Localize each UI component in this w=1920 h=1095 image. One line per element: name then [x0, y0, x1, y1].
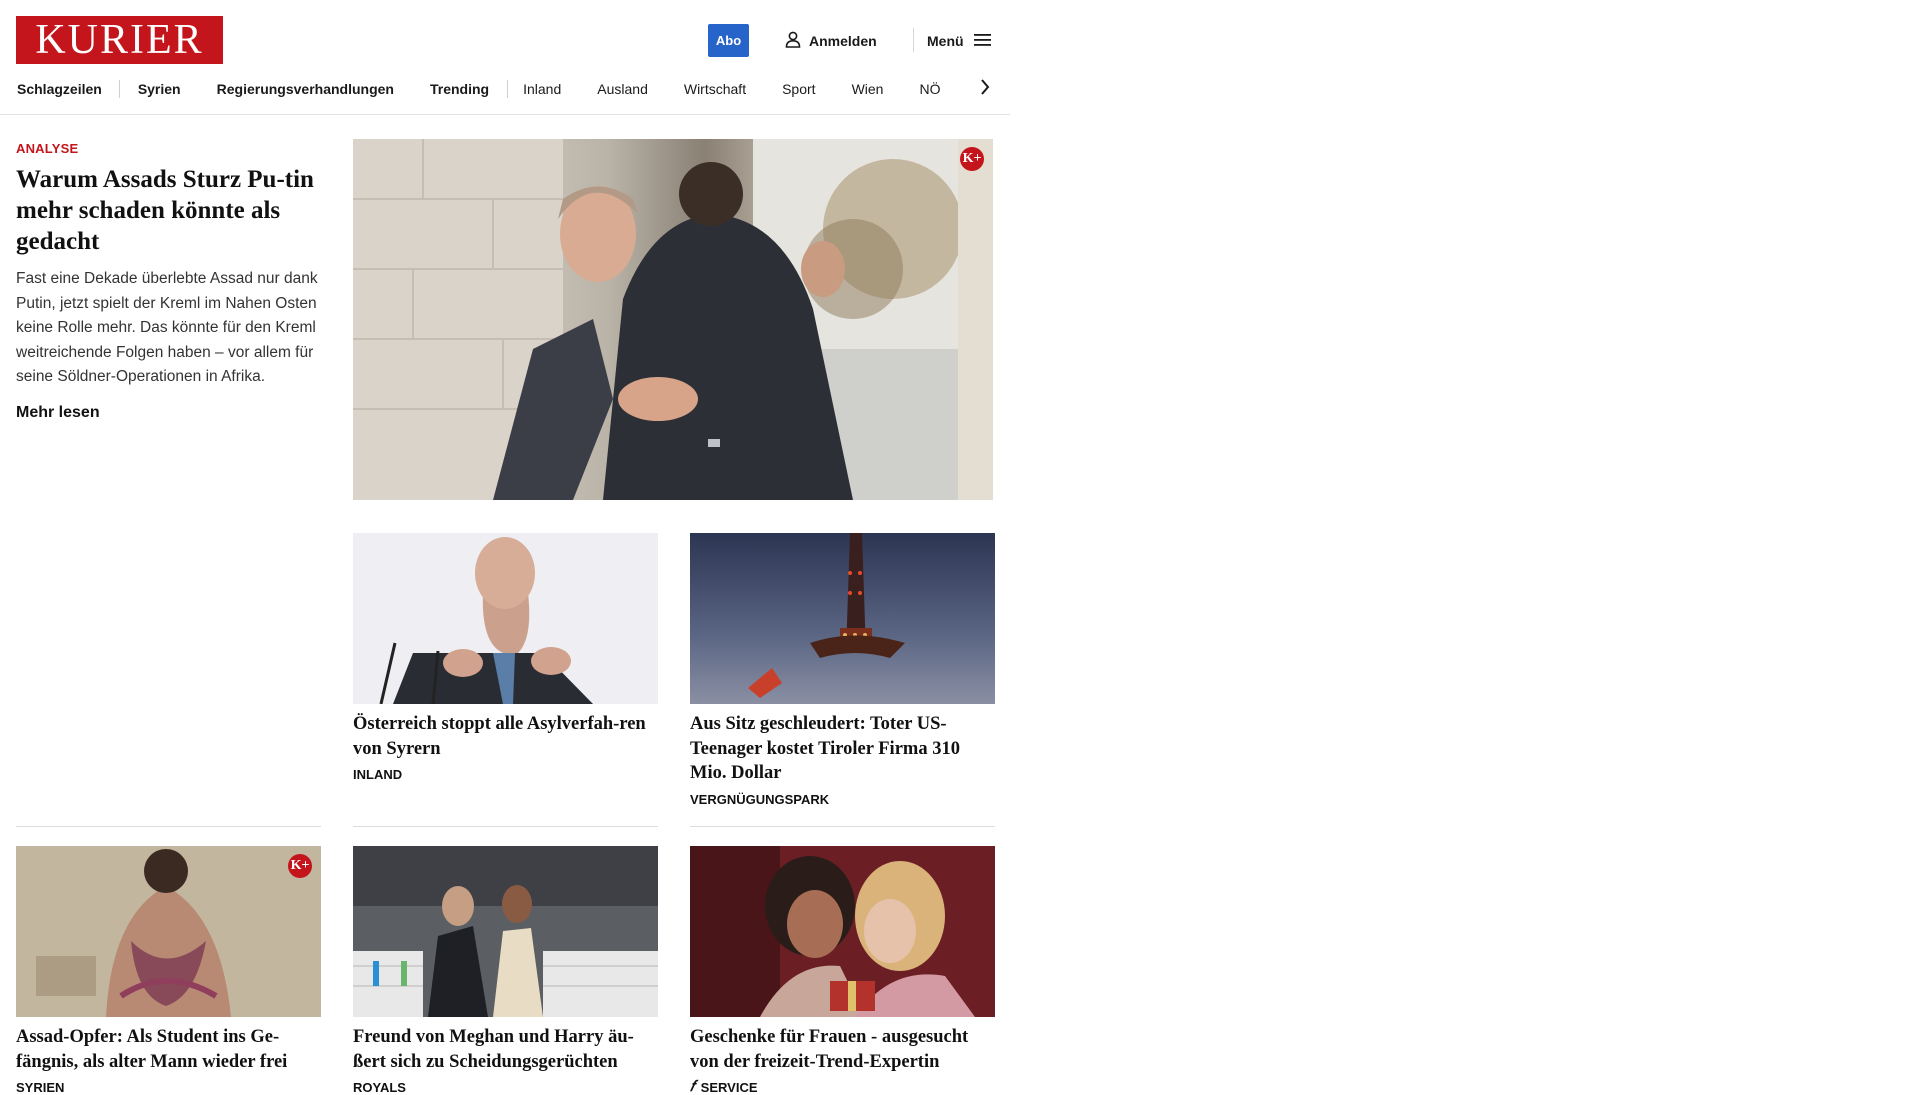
article-kicker: SYRIEN [16, 1080, 65, 1095]
nav-item-sport[interactable]: Sport [764, 81, 833, 97]
user-icon [785, 31, 801, 51]
article-card[interactable]: Freund von Meghan und Harry äu-ßert sich… [353, 846, 658, 1095]
nav-item-noe[interactable]: NÖ [901, 81, 958, 97]
gift-women-photo [690, 846, 995, 1017]
article-kicker: 𝑓 SERVICE [690, 1079, 758, 1095]
menu-button[interactable]: Menü [927, 29, 991, 53]
nav-item-inland[interactable]: Inland [508, 81, 579, 97]
kurier-plus-badge: K+ [960, 147, 984, 171]
hamburger-icon [973, 33, 991, 50]
lead-story: ANALYSE Warum Assads Sturz Pu-tin mehr s… [16, 141, 321, 422]
site-header: KURIER Abo Anmelden Menü Schlagzeilen Sy… [0, 0, 1010, 115]
article-title: Geschenke für Frauen - ausgesucht von de… [690, 1027, 969, 1072]
nav-item-wien[interactable]: Wien [834, 81, 902, 97]
login-label: Anmelden [809, 33, 877, 49]
article-title: Österreich stoppt alle Asylverfah-ren vo… [353, 714, 646, 759]
article-kicker: VERGNÜGUNGSPARK [690, 791, 830, 807]
login-link[interactable]: Anmelden [785, 29, 877, 53]
topic-nav: Schlagzeilen Syrien Regierungsverhandlun… [0, 76, 1010, 102]
kurier-plus-badge: K+ [288, 854, 312, 878]
lead-photo-illustration [353, 139, 993, 500]
kurier-logo[interactable]: KURIER [16, 16, 223, 64]
nav-scroll-right-button[interactable] [975, 76, 995, 102]
article-card[interactable]: Aus Sitz geschleudert: Toter US-Teenager… [690, 533, 995, 807]
lead-teaser: Fast eine Dekade überlebte Assad nur dan… [16, 270, 318, 385]
article-title: Assad-Opfer: Als Student ins Ge-fängnis,… [16, 1027, 288, 1072]
nav-item-syrien[interactable]: Syrien [120, 81, 199, 97]
chevron-right-icon [980, 78, 990, 100]
freizeit-f-icon: 𝑓 [690, 1079, 695, 1095]
article-image: K+ [16, 846, 321, 1017]
article-card[interactable]: Geschenke für Frauen - ausgesucht von de… [690, 846, 995, 1095]
article-title: Aus Sitz geschleudert: Toter US-Teenager… [690, 714, 960, 783]
abo-button[interactable]: Abo [708, 24, 749, 57]
article-card[interactable]: Österreich stoppt alle Asylverfah-ren vo… [353, 533, 658, 782]
article-image [690, 846, 995, 1017]
nav-item-ausland[interactable]: Ausland [579, 81, 666, 97]
article-card[interactable]: K+ Assad-Opfer: Als Student ins Ge-fängn… [16, 846, 321, 1095]
nav-item-schlagzeilen[interactable]: Schlagzeilen [0, 81, 119, 97]
read-more-link[interactable]: Mehr lesen [16, 404, 100, 422]
article-kicker: INLAND [353, 767, 403, 782]
article-image [353, 533, 658, 704]
article-image [353, 846, 658, 1017]
section-divider [353, 826, 658, 827]
menu-label: Menü [927, 33, 964, 49]
article-image [690, 533, 995, 704]
royals-photo [353, 846, 658, 1017]
lead-kicker: ANALYSE [16, 141, 79, 156]
lead-title[interactable]: Warum Assads Sturz Pu-tin mehr schaden k… [16, 164, 321, 257]
article-kicker: ROYALS [353, 1080, 406, 1095]
section-divider [690, 826, 995, 827]
section-divider [16, 826, 321, 827]
nav-item-wirtschaft[interactable]: Wirtschaft [666, 81, 764, 97]
header-divider [913, 28, 914, 52]
scarred-back-photo [16, 846, 321, 1017]
speaker-photo [353, 533, 658, 704]
amusement-ride-photo [690, 533, 995, 704]
nav-item-regierungsverhandlungen[interactable]: Regierungsverhandlungen [199, 81, 412, 97]
article-title: Freund von Meghan und Harry äu-ßert sich… [353, 1027, 634, 1072]
lead-image[interactable]: K+ [353, 139, 993, 500]
nav-item-trending[interactable]: Trending [412, 81, 507, 97]
